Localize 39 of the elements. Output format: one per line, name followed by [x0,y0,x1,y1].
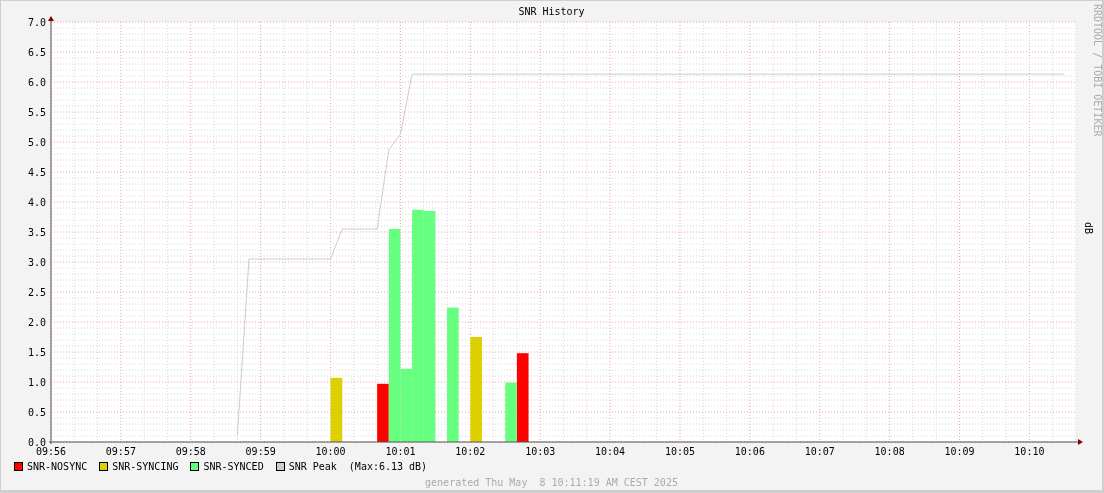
axis-label: 2.5 [27,286,46,298]
axis-label: 10:08 [874,445,905,457]
axis-label: 1.5 [27,346,46,358]
axis-label: 0.0 [27,436,46,448]
axis-label: 5.5 [27,106,46,118]
axis-label: 6.5 [27,46,46,58]
axis-label: 10:02 [455,445,486,457]
axis-label: 09:56 [35,445,67,457]
axis-label: 10:03 [525,445,556,457]
axis-label: 10:04 [595,445,626,457]
axis-label: 4.0 [27,196,46,208]
axis-label: 09:59 [245,445,276,457]
axis-label: 09:57 [105,445,136,457]
axis-label: 6.0 [27,76,46,88]
legend-label: SNR-NOSYNC [27,461,88,472]
axis-label: 10:05 [664,445,696,457]
axis-label: 4.5 [27,166,46,178]
axis-label: 10:09 [944,445,975,457]
legend-label: SNR Peak [288,461,337,472]
credit-text: RRDTOOL / TOBI OETIKER [1091,3,1103,137]
axis-label: 10:00 [315,445,346,457]
axis-label: 7.0 [27,16,46,28]
axis-label: 5.0 [27,136,46,148]
axis-label: 3.5 [27,226,46,238]
axis-title: dB [1082,222,1094,235]
footer-text: generated Thu May 8 10:11:19 AM CEST 2025 [425,476,678,488]
axis-label: 10:10 [1014,445,1045,457]
axis-label: 09:58 [175,445,206,457]
axis-label: 3.0 [27,256,46,268]
axis-label: 0.5 [27,406,46,418]
axis-label: 1.0 [27,376,46,388]
legend-label: SNR-SYNCED [203,461,264,472]
chart-title: SNR History [518,5,585,18]
axis-label: 2.0 [27,316,46,328]
legend-label: SNR-SYNCING [112,461,179,472]
axis-label: 10:01 [385,445,416,457]
axis-label: 10:06 [734,445,765,457]
axis-label: 10:07 [804,445,835,457]
legend-note: (Max:6.13 dB) [348,461,428,472]
